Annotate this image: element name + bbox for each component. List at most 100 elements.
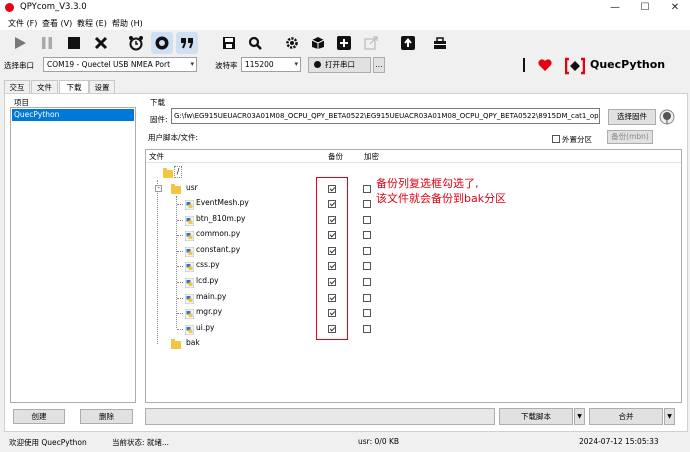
col-encrypt: 加密 (364, 152, 379, 161)
python-file-icon (184, 199, 195, 211)
tree-line (177, 250, 183, 252)
play-icon[interactable] (9, 32, 31, 54)
python-file-icon (184, 262, 195, 273)
file-name[interactable]: main.py (196, 292, 226, 301)
export-icon[interactable] (360, 32, 382, 54)
external-partition-checkbox[interactable] (552, 135, 560, 143)
tree-root-label[interactable]: / (174, 166, 182, 178)
tree-line (177, 313, 183, 315)
file-name[interactable]: css.py (196, 260, 220, 269)
port-label: 选择串口 (4, 61, 34, 70)
window-title: QPYcom_V3.3.0 (20, 2, 87, 12)
select-firmware-button[interactable]: 选择固件 (608, 109, 656, 125)
record-icon (314, 61, 321, 68)
upload-icon[interactable] (397, 32, 419, 54)
file-name[interactable]: mgr.py (196, 307, 222, 316)
menu-file[interactable]: 文件 (F) (8, 18, 37, 29)
menu-bar: 文件 (F) 查看 (V) 教程 (E) 帮助 (H) (0, 16, 690, 30)
download-options-dropdown[interactable]: ▼ (574, 408, 585, 425)
menu-view[interactable]: 查看 (V) (42, 18, 72, 29)
create-button[interactable]: 创建 (13, 409, 65, 424)
stop-icon[interactable] (63, 32, 85, 54)
more-button[interactable]: ... (373, 57, 385, 73)
encrypt-checkbox[interactable] (363, 278, 371, 286)
encrypt-checkbox[interactable] (363, 215, 371, 224)
python-file-icon (184, 230, 195, 242)
status-state: 当前状态: 就绪... (112, 438, 170, 447)
quote-icon[interactable] (176, 32, 198, 54)
maximize-button[interactable]: ☐ (630, 0, 660, 16)
search-icon[interactable] (244, 32, 266, 54)
status-time: 2024-07-12 15:05:33 (579, 437, 659, 446)
encrypt-checkbox[interactable] (363, 293, 371, 302)
tab-file[interactable]: 文件 (31, 80, 58, 94)
minimize-button[interactable]: — (600, 0, 630, 16)
merge-options-dropdown[interactable]: ▼ (664, 408, 675, 425)
python-file-icon (184, 293, 195, 304)
plus-icon[interactable] (333, 32, 355, 54)
baud-label: 波特率 (215, 61, 238, 70)
tree-line (177, 219, 183, 221)
toolbox-icon[interactable] (429, 32, 451, 54)
annotation-line-1: 备份列复选框勾选了, (376, 177, 479, 190)
toolbar (0, 30, 690, 54)
status-usr: usr: 0/0 KB (358, 437, 400, 446)
tree-header: 文件 备份 加密 (146, 150, 681, 163)
tree-line (177, 266, 183, 268)
tab-interact[interactable]: 交互 (4, 80, 30, 94)
save-icon[interactable] (218, 32, 240, 54)
alarm-icon[interactable] (125, 32, 147, 54)
open-port-button[interactable]: 打开串口 (308, 57, 371, 73)
col-backup: 备份 (328, 152, 343, 161)
encrypt-checkbox[interactable] (363, 309, 371, 318)
merge-button[interactable]: 合并 (589, 408, 663, 425)
tree-bak-label[interactable]: bak (186, 338, 200, 347)
file-name[interactable]: btn_810m.py (196, 214, 245, 223)
port-select-value: COM19 - Quectel USB NMEA Port (47, 60, 171, 69)
encrypt-checkbox-usr[interactable] (363, 185, 371, 193)
python-file-icon (184, 324, 195, 336)
encrypt-checkbox[interactable] (363, 246, 371, 255)
menu-tutorial[interactable]: 教程 (E) (77, 18, 107, 29)
file-name[interactable]: EventMesh.py (196, 198, 249, 207)
text-cursor-icon (523, 58, 525, 72)
heart-icon[interactable] (537, 58, 553, 74)
firmware-path-field[interactable]: G:\fw\EG915UEUACR03A01M08_OCPU_QPY_BETA0… (171, 108, 600, 124)
delete-button[interactable]: 删除 (80, 409, 133, 424)
status-bar: 欢迎使用 QuecPython 当前状态: 就绪... usr: 0/0 KB … (0, 434, 690, 452)
encrypt-checkbox[interactable] (363, 200, 371, 208)
backup-mbn-button[interactable]: 备份(mbn) (607, 130, 653, 144)
encrypt-checkbox[interactable] (363, 324, 371, 333)
tab-settings[interactable]: 设置 (89, 80, 115, 94)
tree-line (177, 282, 183, 283)
highlight-box (316, 177, 348, 340)
port-select[interactable]: COM19 - Quectel USB NMEA Port ▾ (43, 57, 197, 72)
gear-icon[interactable] (281, 32, 303, 54)
encrypt-checkbox[interactable] (363, 262, 371, 271)
open-port-label: 打开串口 (325, 60, 355, 69)
list-item[interactable]: QuecPython (12, 109, 134, 121)
file-name[interactable]: constant.py (196, 245, 240, 254)
external-partition-label: 外置分区 (562, 135, 592, 144)
title-bar: QPYcom_V3.3.0 — ☐ ✕ (0, 0, 690, 16)
close-icon[interactable] (90, 32, 112, 54)
balloon-icon[interactable] (659, 109, 675, 127)
folder-icon (163, 168, 173, 178)
pause-icon[interactable] (36, 32, 58, 54)
tree-line (157, 180, 159, 344)
python-file-icon (184, 246, 195, 258)
qpy-icon[interactable] (151, 32, 173, 54)
tree-usr-label[interactable]: usr (186, 183, 198, 192)
file-name[interactable]: lcd.py (196, 276, 219, 285)
encrypt-checkbox[interactable] (363, 231, 371, 240)
baud-select[interactable]: 115200 ▾ (241, 57, 301, 72)
file-name[interactable]: common.py (196, 229, 240, 238)
download-script-button[interactable]: 下载脚本 (499, 408, 573, 425)
collapse-icon[interactable]: - (155, 185, 162, 192)
close-window-button[interactable]: ✕ (660, 0, 690, 16)
box-icon[interactable] (307, 32, 329, 54)
file-name[interactable]: ui.py (196, 323, 214, 332)
status-welcome: 欢迎使用 QuecPython (9, 438, 87, 447)
menu-help[interactable]: 帮助 (H) (112, 18, 143, 29)
tree-line (177, 328, 183, 330)
